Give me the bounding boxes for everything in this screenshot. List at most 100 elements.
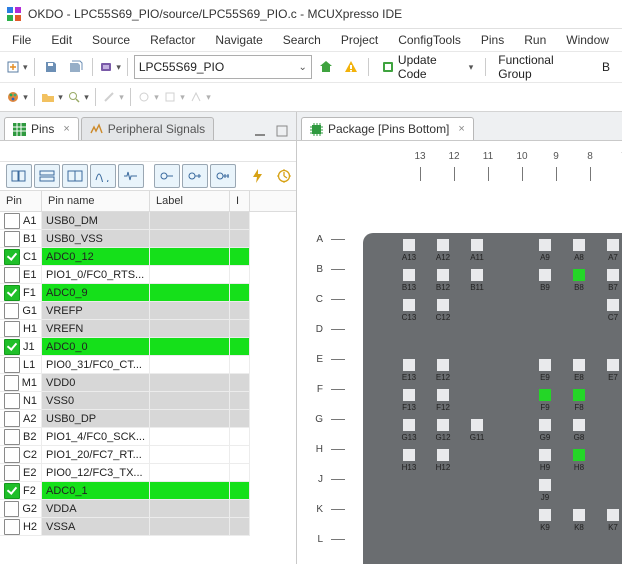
pin-checkbox[interactable]: [4, 375, 19, 391]
new-button[interactable]: [6, 56, 28, 78]
pad-K8[interactable]: K8: [573, 509, 585, 521]
key-b-button[interactable]: [182, 164, 208, 188]
pad-E9[interactable]: E9: [539, 359, 551, 371]
minimize-icon[interactable]: [251, 122, 269, 140]
wave-b-button[interactable]: [118, 164, 144, 188]
board-config-button[interactable]: [99, 56, 121, 78]
pad-H8[interactable]: H8: [573, 449, 585, 461]
header-label[interactable]: Label: [150, 191, 230, 211]
pad-A12[interactable]: A12: [437, 239, 449, 251]
filter-a-button[interactable]: [137, 86, 159, 108]
pin-checkbox[interactable]: [4, 267, 20, 283]
menu-search[interactable]: Search: [275, 31, 329, 49]
save-button[interactable]: [40, 56, 61, 78]
menu-source[interactable]: Source: [84, 31, 138, 49]
pad-H9[interactable]: H9: [539, 449, 551, 461]
pad-H12[interactable]: H12: [437, 449, 449, 461]
pad-J9[interactable]: J9: [539, 479, 551, 491]
pad-E7[interactable]: E7: [607, 359, 619, 371]
table-row[interactable]: E2PIO0_12/FC3_TX...: [0, 464, 296, 482]
key-c-button[interactable]: [210, 164, 236, 188]
pad-K7[interactable]: K7: [607, 509, 619, 521]
layout-b-button[interactable]: [34, 164, 60, 188]
table-row[interactable]: F1ADC0_9: [0, 284, 296, 302]
pin-checkbox[interactable]: [4, 303, 19, 319]
wand-button[interactable]: [102, 86, 124, 108]
pad-F13[interactable]: F13: [403, 389, 415, 401]
close-icon[interactable]: ×: [458, 123, 464, 135]
pin-checkbox[interactable]: [4, 501, 19, 517]
pin-checkbox[interactable]: [4, 321, 20, 337]
warning-icon[interactable]: [341, 56, 362, 78]
pin-checkbox[interactable]: [4, 465, 20, 481]
pad-A7[interactable]: A7: [607, 239, 619, 251]
table-row[interactable]: M1VDD0: [0, 374, 296, 392]
pin-checkbox[interactable]: [4, 447, 20, 463]
open-folder-button[interactable]: [41, 86, 63, 108]
pin-checkbox[interactable]: [4, 213, 20, 229]
layout-a-button[interactable]: [6, 164, 32, 188]
table-row[interactable]: H1VREFN: [0, 320, 296, 338]
key-a-button[interactable]: [154, 164, 180, 188]
pad-B9[interactable]: B9: [539, 269, 551, 281]
header-pin[interactable]: Pin: [0, 191, 42, 211]
table-row[interactable]: G1VREFP: [0, 302, 296, 320]
board-button[interactable]: B: [596, 56, 616, 78]
pad-G8[interactable]: G8: [573, 419, 585, 431]
header-identifier[interactable]: I: [230, 191, 250, 211]
wave-a-button[interactable]: [90, 164, 116, 188]
table-row[interactable]: J1ADC0_0: [0, 338, 296, 356]
menu-edit[interactable]: Edit: [43, 31, 80, 49]
pin-checkbox[interactable]: [4, 249, 20, 265]
pad-G13[interactable]: G13: [403, 419, 415, 431]
pad-A8[interactable]: A8: [573, 239, 585, 251]
table-row[interactable]: B2PIO1_4/FC0_SCK...: [0, 428, 296, 446]
pad-B12[interactable]: B12: [437, 269, 449, 281]
pin-checkbox[interactable]: [4, 339, 20, 355]
pin-checkbox[interactable]: [4, 483, 20, 499]
layout-c-button[interactable]: [62, 164, 88, 188]
menu-configtools[interactable]: ConfigTools: [390, 31, 469, 49]
maximize-icon[interactable]: [273, 122, 291, 140]
pad-F12[interactable]: F12: [437, 389, 449, 401]
pin-checkbox[interactable]: [4, 357, 20, 373]
pad-B13[interactable]: B13: [403, 269, 415, 281]
menu-file[interactable]: File: [4, 31, 39, 49]
pin-checkbox[interactable]: [4, 519, 20, 535]
header-pin-name[interactable]: Pin name: [42, 191, 150, 211]
home-button[interactable]: [316, 56, 337, 78]
pad-K9[interactable]: K9: [539, 509, 551, 521]
pin-search-bar[interactable]: [0, 141, 296, 162]
table-row[interactable]: B1USB0_VSS: [0, 230, 296, 248]
pad-H13[interactable]: H13: [403, 449, 415, 461]
table-row[interactable]: E1PIO1_0/FC0_RTS...: [0, 266, 296, 284]
package-view[interactable]: 131211109876 A13A12A11A9A8A7A6B13B12B11B…: [297, 141, 622, 564]
pad-G12[interactable]: G12: [437, 419, 449, 431]
pin-checkbox[interactable]: [4, 429, 20, 445]
table-row[interactable]: N1VSS0: [0, 392, 296, 410]
pad-A13[interactable]: A13: [403, 239, 415, 251]
pad-C12[interactable]: C12: [437, 299, 449, 311]
table-row[interactable]: H2VSSA: [0, 518, 296, 536]
pad-B7[interactable]: B7: [607, 269, 619, 281]
pad-C7[interactable]: C7: [607, 299, 619, 311]
pin-checkbox[interactable]: [4, 393, 20, 409]
tab-package[interactable]: Package [Pins Bottom] ×: [301, 117, 474, 140]
menu-pins[interactable]: Pins: [473, 31, 512, 49]
menu-navigate[interactable]: Navigate: [207, 31, 270, 49]
pin-checkbox[interactable]: [4, 231, 20, 247]
pin-checkbox[interactable]: [4, 411, 20, 427]
table-row[interactable]: L1PIO0_31/FC0_CT...: [0, 356, 296, 374]
menu-refactor[interactable]: Refactor: [142, 31, 203, 49]
menu-project[interactable]: Project: [333, 31, 386, 49]
functional-group-button[interactable]: Functional Group: [492, 56, 592, 78]
power-icon[interactable]: [246, 165, 270, 187]
tab-pins[interactable]: Pins ×: [4, 117, 79, 140]
pad-C13[interactable]: C13: [403, 299, 415, 311]
table-row[interactable]: G2VDDA: [0, 500, 296, 518]
pad-G11[interactable]: G11: [471, 419, 483, 431]
menu-window[interactable]: Window: [558, 31, 617, 49]
pad-A9[interactable]: A9: [539, 239, 551, 251]
pad-A11[interactable]: A11: [471, 239, 483, 251]
table-row[interactable]: A2USB0_DP: [0, 410, 296, 428]
